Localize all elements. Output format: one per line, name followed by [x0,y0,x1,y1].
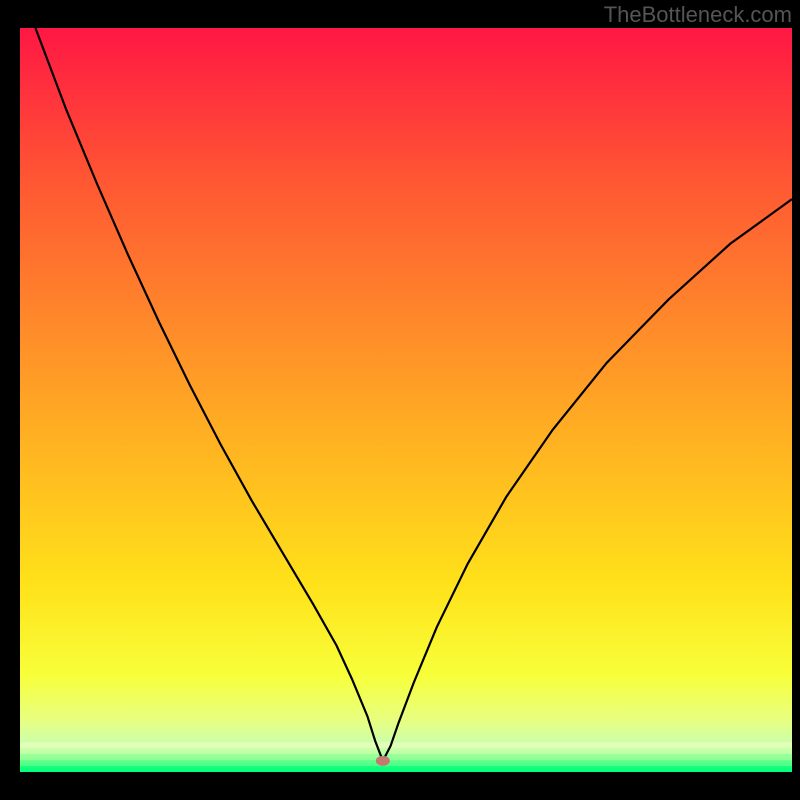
chart-frame: TheBottleneck.com [0,0,800,800]
frame-border [792,0,800,800]
watermark-text: TheBottleneck.com [604,2,792,28]
frame-border [0,772,800,800]
notch-dot [376,756,390,766]
green-band [20,742,792,772]
chart-canvas [0,0,800,800]
gradient-background [20,28,792,772]
frame-border [0,0,20,800]
